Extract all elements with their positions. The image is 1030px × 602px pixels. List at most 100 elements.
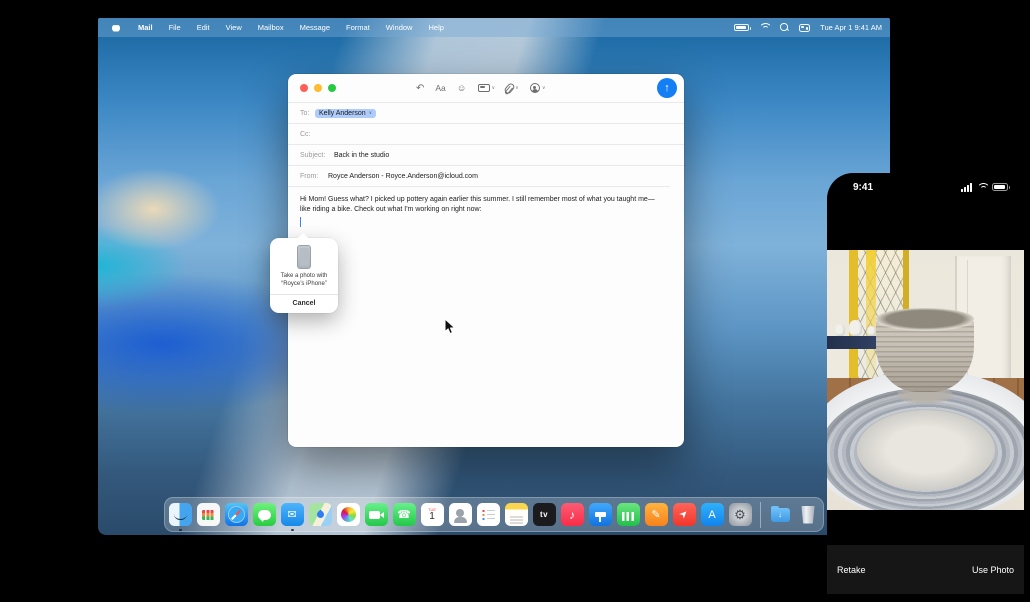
menu-mailbox[interactable]: Mailbox (250, 23, 292, 32)
use-photo-button[interactable]: Use Photo (972, 565, 1014, 575)
from-field[interactable]: From: Royce Anderson - Royce.Anderson@ic… (288, 165, 684, 186)
dock-icon-photos[interactable] (337, 503, 360, 526)
rocket-icon: ➤ (677, 508, 691, 522)
recipient-token[interactable]: Kelly Anderson ∨ (315, 109, 376, 118)
close-button[interactable] (300, 84, 308, 92)
popover-text-line2: “Royce’s iPhone” (274, 281, 334, 289)
dock-icon-phone[interactable]: ☎ (393, 503, 416, 526)
speech-bubble-icon (258, 510, 271, 520)
zoom-button[interactable] (328, 84, 336, 92)
video-camera-icon (369, 511, 380, 519)
trash-bin-icon (801, 506, 816, 524)
finder-face-icon (174, 514, 187, 520)
insert-from-iphone-icon (530, 83, 540, 93)
dock-divider (760, 502, 761, 528)
menu-file[interactable]: File (161, 23, 189, 32)
mac-desktop: Mail File Edit View Mailbox Message Form… (98, 18, 890, 535)
iphone-continuity-camera-screen: 9:41 Retake Use Photo (827, 173, 1024, 602)
pottery-piece (835, 324, 845, 336)
dock-icon-facetime[interactable] (365, 503, 388, 526)
dock-icon-downloads[interactable] (769, 503, 792, 526)
cancel-button[interactable]: Cancel (270, 295, 338, 313)
subject-label: Subject: (300, 152, 334, 159)
wifi-icon[interactable] (759, 23, 770, 32)
compass-icon (228, 506, 245, 523)
dock-icon-finder[interactable] (169, 503, 192, 526)
app-store-a-icon: A (708, 509, 715, 521)
tv-logo-icon: tv (540, 510, 548, 519)
undo-icon[interactable]: ↶ (416, 83, 424, 94)
chevron-down-icon: ∨ (515, 85, 519, 91)
subject-field[interactable]: Subject: Back in the studio (288, 144, 684, 165)
checklist-icon (482, 509, 495, 520)
calendar-day-number: 1 (429, 512, 435, 522)
color-wheel-icon (341, 507, 356, 522)
menu-edit[interactable]: Edit (189, 23, 218, 32)
dock-icon-rocket[interactable]: ➤ (673, 503, 696, 526)
dock-icon-calendar[interactable]: TUE1 (421, 503, 444, 526)
control-center-icon[interactable] (799, 24, 810, 32)
note-lines-icon (510, 516, 523, 517)
dock-icon-mail[interactable]: ✉ (281, 503, 304, 526)
to-label: To: (300, 110, 315, 117)
photo-browser-button[interactable]: ∨ (478, 84, 496, 93)
search-icon[interactable] (780, 23, 789, 32)
pottery-piece (849, 320, 862, 336)
format-button[interactable]: Aa (435, 83, 445, 93)
apple-menu-icon[interactable] (112, 24, 120, 32)
dock-icon-keynote[interactable] (589, 503, 612, 526)
dock-icon-messages[interactable] (253, 503, 276, 526)
to-field[interactable]: To: Kelly Anderson ∨ (288, 102, 684, 123)
launchpad-grid-icon (202, 510, 215, 520)
dock-icon-contacts[interactable] (449, 503, 472, 526)
dock-icon-launchpad[interactable] (197, 503, 220, 526)
retake-button[interactable]: Retake (837, 565, 866, 575)
iphone-icon (297, 245, 311, 269)
dock-icon-system-settings[interactable]: ⚙ (729, 503, 752, 526)
window-titlebar[interactable]: ↶ Aa ☺ ∨ ∨ ∨ ↑ (288, 74, 684, 102)
dock-icon-reminders[interactable] (477, 503, 500, 526)
dock-icon-pages[interactable]: ✎ (645, 503, 668, 526)
insert-from-iphone-button[interactable]: ∨ (530, 83, 546, 93)
minimize-button[interactable] (314, 84, 322, 92)
take-photo-popover: Take a photo with “Royce’s iPhone” Cance… (270, 238, 338, 313)
message-body[interactable]: Hi Mom! Guess what? I picked up pottery … (288, 186, 670, 214)
camera-action-bar: Retake Use Photo (827, 545, 1024, 594)
menu-format[interactable]: Format (338, 23, 378, 32)
from-label: From: (300, 173, 328, 180)
battery-icon (992, 183, 1008, 191)
dock-icon-safari[interactable] (225, 503, 248, 526)
dock-icon-maps[interactable] (309, 503, 332, 526)
phone-handset-icon: ☎ (397, 508, 411, 521)
dock-icon-numbers[interactable] (617, 503, 640, 526)
send-button[interactable]: ↑ (657, 78, 677, 98)
wifi-icon (976, 183, 988, 192)
gear-icon: ⚙ (734, 507, 746, 523)
dock-icon-music[interactable]: ♪ (561, 503, 584, 526)
emoji-icon[interactable]: ☺ (457, 83, 467, 94)
dock-icon-notes[interactable] (505, 503, 528, 526)
attach-button[interactable]: ∨ (506, 83, 519, 94)
dock-icon-app-store[interactable]: A (701, 503, 724, 526)
dock-icon-trash[interactable] (797, 503, 820, 526)
menu-help[interactable]: Help (420, 23, 451, 32)
music-note-icon: ♪ (569, 508, 575, 522)
cc-field[interactable]: Cc: (288, 123, 684, 144)
menu-bar-clock[interactable]: Tue Apr 1 9:41 AM (820, 23, 882, 32)
battery-icon[interactable] (734, 24, 749, 31)
text-cursor (300, 217, 301, 227)
menu-view[interactable]: View (218, 23, 250, 32)
clay-bowl-rim (876, 308, 974, 330)
menu-mail[interactable]: Mail (130, 23, 161, 32)
photo-browser-icon (478, 84, 490, 93)
podium-icon (595, 512, 606, 517)
mail-compose-window: ↶ Aa ☺ ∨ ∨ ∨ ↑ To: Kelly Anderson ∨ Cc: … (288, 74, 684, 447)
recipient-name: Kelly Anderson (319, 110, 366, 117)
envelope-icon: ✉ (287, 508, 296, 521)
menu-message[interactable]: Message (292, 23, 338, 32)
menu-window[interactable]: Window (378, 23, 421, 32)
captured-photo (827, 250, 1024, 510)
downloads-folder-icon (771, 508, 790, 522)
subject-value: Back in the studio (334, 152, 389, 159)
dock-icon-apple-tv[interactable]: tv (533, 503, 556, 526)
